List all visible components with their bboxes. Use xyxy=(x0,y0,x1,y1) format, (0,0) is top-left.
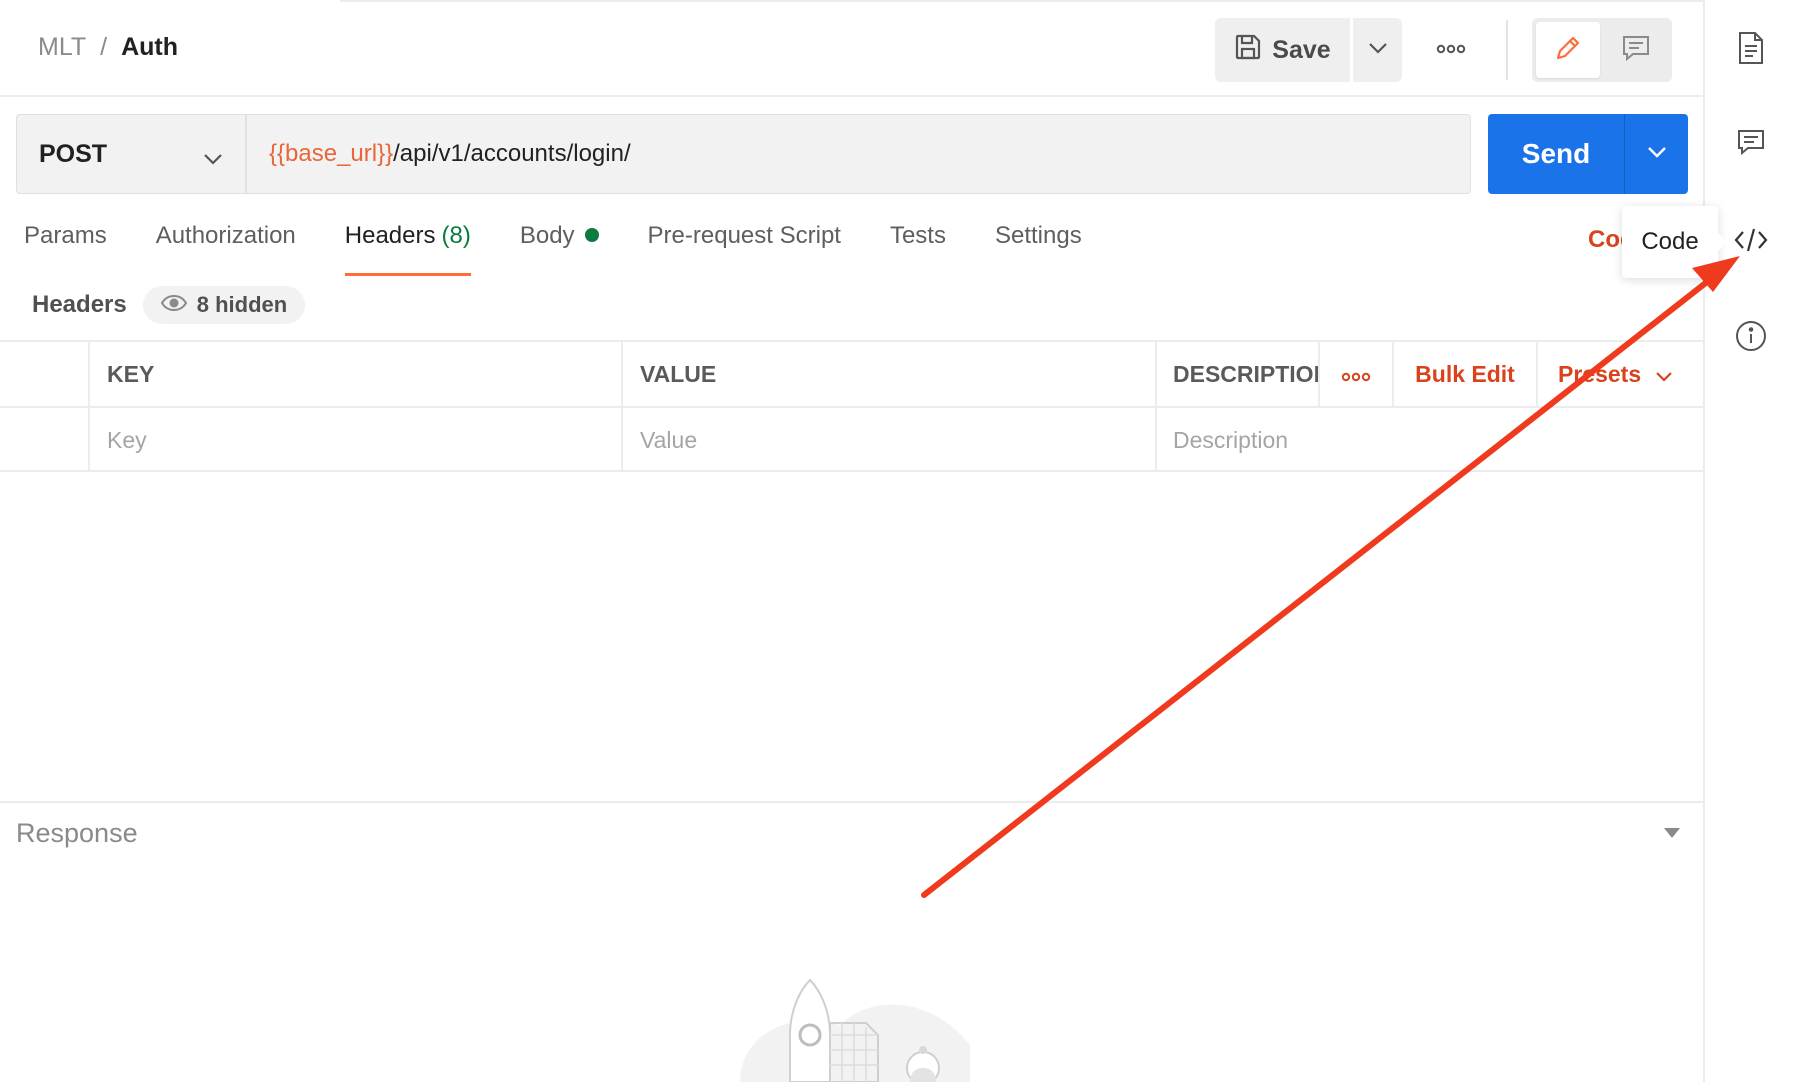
empty-response-illustration xyxy=(730,975,980,1082)
headers-table: KEY VALUE DESCRIPTION Bulk Edit Presets … xyxy=(0,340,1703,472)
breadcrumb-separator: / xyxy=(100,33,108,61)
comment-icon xyxy=(1621,33,1651,68)
method-select[interactable]: POST xyxy=(16,114,246,194)
chevron-down-icon xyxy=(1647,145,1667,163)
rocket-astronaut-illustration xyxy=(740,978,970,1082)
presets-dropdown[interactable]: Presets xyxy=(1536,342,1703,406)
tab-label: Body xyxy=(519,222,575,249)
send-button-group: Send xyxy=(1488,114,1688,194)
more-actions-button[interactable] xyxy=(1425,30,1477,70)
tab-label: Tests xyxy=(889,222,946,249)
response-collapse-toggle[interactable] xyxy=(1663,826,1681,844)
pencil-icon xyxy=(1553,33,1583,68)
more-horizontal-icon xyxy=(1436,41,1466,59)
save-options-dropdown[interactable] xyxy=(1353,18,1402,82)
breadcrumb-request-name[interactable]: Auth xyxy=(121,33,178,62)
tab-label: Settings xyxy=(994,222,1082,249)
tab-body[interactable]: Body xyxy=(520,222,599,276)
headers-subheader: Headers 8 hidden xyxy=(32,286,306,324)
url-input[interactable]: {{base_url}}/api/v1/accounts/login/ xyxy=(246,114,1471,194)
value-input[interactable]: Value xyxy=(621,408,1155,472)
hidden-headers-count: 8 hidden xyxy=(196,292,288,317)
checkbox-column-header xyxy=(0,342,88,406)
info-icon xyxy=(1735,320,1767,357)
floppy-disk-icon xyxy=(1234,33,1262,68)
save-button[interactable]: Save xyxy=(1215,18,1350,82)
chevron-down-icon xyxy=(1368,41,1388,59)
content-indicator-dot xyxy=(584,227,599,242)
response-divider[interactable] xyxy=(0,801,1703,803)
response-title: Response xyxy=(16,818,138,848)
key-input[interactable]: Key xyxy=(88,408,621,472)
chevron-down-icon xyxy=(1655,361,1673,388)
documentation-button[interactable] xyxy=(1728,27,1774,73)
key-placeholder: Key xyxy=(107,426,147,453)
send-options-dropdown[interactable] xyxy=(1624,114,1688,194)
info-button[interactable] xyxy=(1728,315,1774,361)
code-snippet-button[interactable] xyxy=(1728,219,1774,265)
code-tooltip: Code xyxy=(1622,206,1727,278)
tab-pre-request-script[interactable]: Pre-request Script xyxy=(648,222,841,276)
column-header-label: KEY xyxy=(107,360,155,387)
column-header-label: DESCRIPTION xyxy=(1173,360,1318,387)
method-value: POST xyxy=(39,139,108,168)
chevron-down-icon xyxy=(203,143,223,172)
document-icon xyxy=(1737,31,1765,70)
save-button-label: Save xyxy=(1272,35,1331,64)
save-button-group: Save xyxy=(1215,18,1402,82)
comment-mode-button[interactable] xyxy=(1604,22,1668,78)
column-header-label: VALUE xyxy=(640,360,717,387)
comments-button[interactable] xyxy=(1728,121,1774,167)
main-panel: MLT / Auth Save POST {{base_url}} /api/v… xyxy=(0,0,1703,1082)
breadcrumb-collection[interactable]: MLT xyxy=(38,33,86,62)
description-input[interactable]: Description xyxy=(1155,408,1703,472)
table-row: Key Value Description xyxy=(0,406,1703,472)
tab-label: Params xyxy=(24,222,107,249)
request-header: MLT / Auth Save xyxy=(0,0,1703,97)
tab-headers[interactable]: Headers (8) xyxy=(344,222,471,276)
column-header-description: DESCRIPTION xyxy=(1155,342,1318,406)
headers-section-title: Headers xyxy=(32,291,127,318)
column-options-button[interactable] xyxy=(1318,342,1392,406)
caret-down-icon xyxy=(1663,826,1681,843)
tab-authorization[interactable]: Authorization xyxy=(156,222,296,276)
row-checkbox-cell xyxy=(0,408,88,472)
edit-mode-button[interactable] xyxy=(1536,22,1600,78)
tab-label: Pre-request Script xyxy=(647,222,841,249)
tab-params[interactable]: Params xyxy=(24,222,107,276)
url-variable: {{base_url}} xyxy=(269,140,394,167)
url-path: /api/v1/accounts/login/ xyxy=(393,140,631,167)
value-placeholder: Value xyxy=(640,426,698,453)
eye-icon xyxy=(160,292,187,318)
tab-settings[interactable]: Settings xyxy=(995,222,1082,276)
tab-tests[interactable]: Tests xyxy=(890,222,946,276)
view-mode-toggle xyxy=(1532,18,1672,82)
hidden-headers-toggle[interactable]: 8 hidden xyxy=(142,286,306,324)
request-tabs: Params Authorization Headers (8) Body Pre… xyxy=(24,222,1131,276)
send-button[interactable]: Send xyxy=(1488,114,1624,194)
right-sidebar xyxy=(1703,0,1800,1082)
column-header-key: KEY xyxy=(88,342,621,406)
presets-label: Presets xyxy=(1558,360,1642,387)
tab-label: Headers xyxy=(344,222,436,249)
table-header-row: KEY VALUE DESCRIPTION Bulk Edit Presets xyxy=(0,340,1703,406)
description-placeholder: Description xyxy=(1173,426,1289,453)
breadcrumb: MLT / Auth xyxy=(38,33,178,62)
bulk-edit-button[interactable]: Bulk Edit xyxy=(1392,342,1536,406)
comment-icon xyxy=(1736,127,1766,162)
tab-label: Authorization xyxy=(155,222,296,249)
column-header-value: VALUE xyxy=(621,342,1155,406)
header-divider xyxy=(1506,20,1508,80)
code-icon xyxy=(1734,227,1768,258)
more-horizontal-icon xyxy=(1341,361,1371,388)
tab-count-badge: (8) xyxy=(441,222,471,249)
